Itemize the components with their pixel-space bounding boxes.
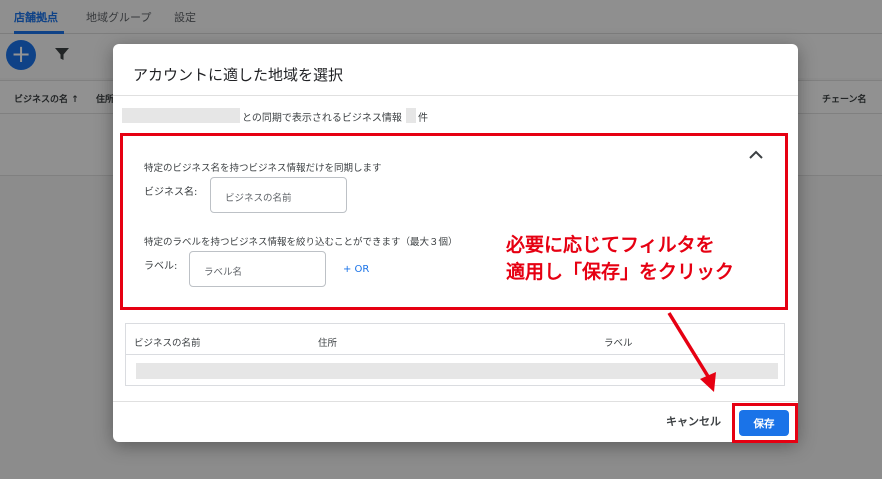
instruction-annotation: 必要に応じてフィルタを 適用し「保存」をクリック [506, 232, 734, 286]
save-highlight-frame [732, 403, 798, 443]
column-header-label: ラベル [604, 338, 633, 349]
divider [113, 95, 798, 96]
preview-table: ビジネスの名前 住所 ラベル [125, 323, 785, 386]
account-name-redacted [122, 108, 240, 123]
select-region-dialog: アカウントに適した地域を選択 との同期で表示されるビジネス情報 件 特定のビジネ… [113, 44, 798, 443]
sync-count-unit: 件 [418, 113, 428, 124]
cancel-button[interactable]: キャンセル [666, 413, 721, 429]
column-header-business-name: ビジネスの名前 [134, 338, 201, 349]
annotation-line-1: 必要に応じてフィルタを [506, 234, 715, 256]
sync-description: との同期で表示されるビジネス情報 [242, 113, 402, 124]
sync-count-redacted [406, 108, 416, 123]
column-header-address: 住所 [318, 338, 338, 349]
table-row [136, 363, 778, 379]
dialog-title: アカウントに適した地域を選択 [133, 66, 344, 84]
annotation-line-2: 適用し「保存」をクリック [506, 261, 735, 283]
divider [126, 354, 784, 355]
divider [113, 401, 798, 402]
